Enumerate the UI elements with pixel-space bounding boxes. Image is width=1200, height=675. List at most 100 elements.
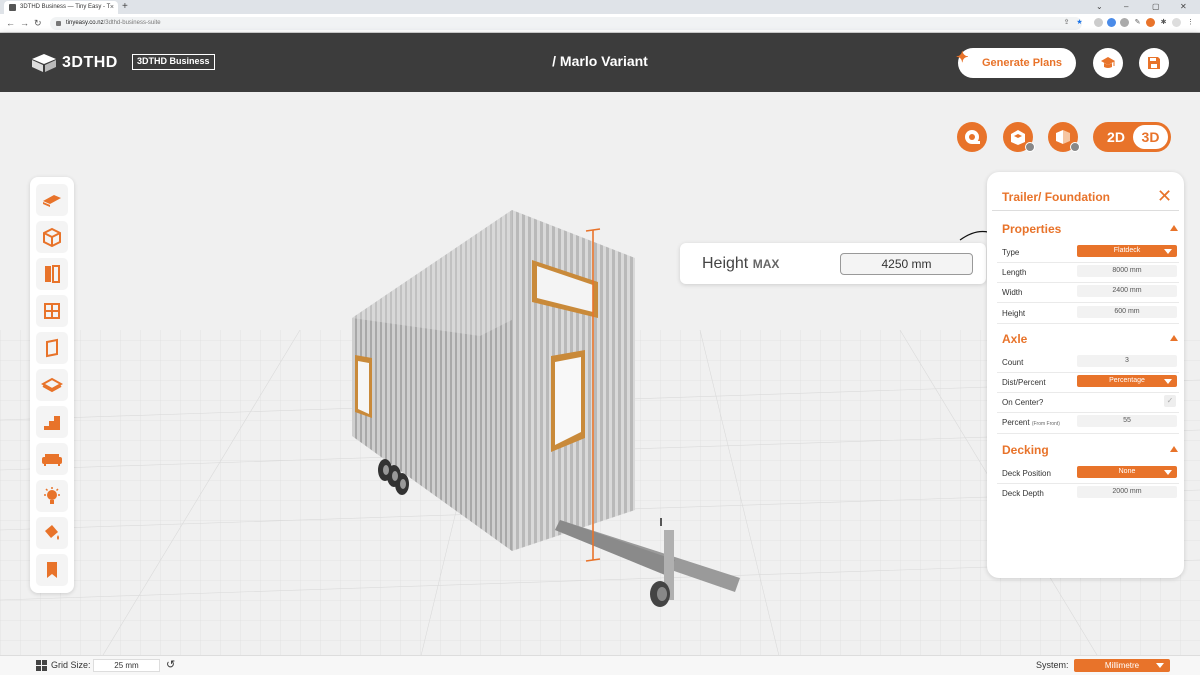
row-separator [997,262,1179,263]
measure-tape-button[interactable] [957,122,987,152]
bookmark-star-icon[interactable]: ★ [1075,18,1084,27]
hide-walls-button[interactable] [1048,122,1080,152]
lock-icon [56,21,61,26]
on-center-checkbox[interactable]: ✓ [1164,395,1176,407]
new-tab-button[interactable]: + [122,0,128,14]
save-disk-icon [1148,57,1160,69]
reload-icon[interactable]: ↻ [34,17,42,30]
dist-percent-select[interactable]: Percentage [1077,375,1177,387]
count-field[interactable]: 3 [1077,355,1177,367]
grid-size-label: Grid Size: [51,660,91,670]
trailer-foundation-panel: Trailer/ Foundation ✕ Properties Type Fl… [987,172,1184,578]
extension-pen-icon[interactable]: ✎ [1133,18,1142,27]
row-separator [997,323,1179,324]
row-separator [997,392,1179,393]
type-select[interactable]: Flatdeck [1077,245,1177,257]
width-field[interactable]: 2400 mm [1077,285,1177,297]
tab-search-icon[interactable]: ⌄ [1096,0,1103,13]
tab-close-icon[interactable]: × [110,1,114,14]
extension-blue-icon[interactable] [1107,18,1116,27]
percent-field[interactable]: 55 [1077,415,1177,427]
tool-doors[interactable] [36,258,68,290]
paint-bucket-icon [45,525,59,540]
browser-menu-icon[interactable]: ⋮ [1186,18,1195,27]
tool-trailer[interactable] [36,184,68,216]
tool-sidebar [30,177,74,593]
tool-lighting[interactable] [36,480,68,512]
extensions-puzzle-icon[interactable]: ✱ [1159,18,1168,27]
save-button[interactable] [1139,48,1169,78]
row-separator [997,412,1179,413]
browser-tab[interactable]: 3DTHD Business — Tiny Easy - T × [4,1,118,14]
height-label: Height [1002,309,1026,318]
dropdown-arrow-icon [1164,379,1172,384]
properties-heading[interactable]: Properties [1002,222,1061,236]
dropdown-arrow-icon [1164,470,1172,475]
share-icon[interactable]: ⇪ [1062,18,1071,27]
back-icon[interactable]: ← [6,17,15,30]
extension-gray-icon[interactable] [1120,18,1129,27]
row-separator [997,372,1179,373]
deck-depth-field[interactable]: 2000 mm [1077,486,1177,498]
height-max-input[interactable]: 4250 mm [840,253,973,275]
collapse-caret-icon[interactable] [1170,225,1178,231]
minimize-icon[interactable]: – [1124,0,1128,13]
count-label: Count [1002,358,1024,367]
tool-panels[interactable] [36,332,68,364]
sparkle-icon: ✦ [956,49,969,66]
width-label: Width [1002,288,1023,297]
axle-heading[interactable]: Axle [1002,332,1027,346]
tool-walls[interactable] [36,221,68,253]
on-center-label: On Center? [1002,398,1044,407]
cube-icon [43,227,61,247]
stairs-icon [44,416,60,430]
roof-view-icon [1011,130,1025,145]
tool-furniture[interactable] [36,443,68,475]
unit-system-select[interactable]: Millimetre [1074,659,1170,672]
view-2d-option[interactable]: 2D [1101,122,1131,152]
length-label: Length [1002,268,1027,277]
favicon-icon [9,4,16,11]
height-max-label: Height MAX [702,255,780,272]
hide-roof-button[interactable] [1003,122,1035,152]
height-field[interactable]: 600 mm [1077,306,1177,318]
row-separator [997,483,1179,484]
decking-heading[interactable]: Decking [1002,443,1049,457]
percent-label: Percent (From Front) [1002,418,1060,427]
divider [992,210,1179,211]
deck-position-select[interactable]: None [1077,466,1177,478]
grid-icon [36,660,47,671]
view-mode-toggle[interactable]: 2D 3D [1093,122,1171,152]
tutorial-button[interactable] [1093,48,1123,78]
grid-size-input[interactable]: 25 mm [93,659,160,672]
dropdown-arrow-icon [1164,249,1172,254]
floor-icon [41,377,63,393]
light-bulb-icon [44,487,60,504]
bookmark-icon [47,562,57,578]
tool-paint[interactable] [36,517,68,549]
extension-orange-icon[interactable] [1146,18,1155,27]
tool-bookmarks[interactable] [36,554,68,586]
collapse-caret-icon[interactable] [1170,446,1178,452]
restore-icon[interactable]: ▢ [1152,0,1160,13]
window-close-icon[interactable]: ✕ [1180,0,1187,13]
forward-icon[interactable]: → [20,17,29,30]
deck-position-label: Deck Position [1002,469,1051,478]
tool-windows[interactable] [36,295,68,327]
extension-camera-icon[interactable] [1094,18,1103,27]
close-icon[interactable]: ✕ [1157,186,1172,206]
panel-title: Trailer/ Foundation [1002,190,1111,204]
length-field[interactable]: 8000 mm [1077,265,1177,277]
row-separator [997,433,1179,434]
tool-stairs[interactable] [36,406,68,438]
url-field[interactable]: tinyeasy.co.nz/3dthd-business-suite [50,17,1082,30]
generate-plans-button[interactable]: ✦ Generate Plans [956,48,1076,78]
reset-icon[interactable]: ↺ [166,658,175,671]
tab-title: 3DTHD Business — Tiny Easy - T [20,4,111,10]
collapse-caret-icon[interactable] [1170,335,1178,341]
tool-floor[interactable] [36,369,68,401]
deck-depth-label: Deck Depth [1002,489,1044,498]
view-3d-option[interactable]: 3D [1133,125,1168,149]
wall-view-icon [1056,130,1070,144]
profile-avatar[interactable] [1172,18,1181,27]
